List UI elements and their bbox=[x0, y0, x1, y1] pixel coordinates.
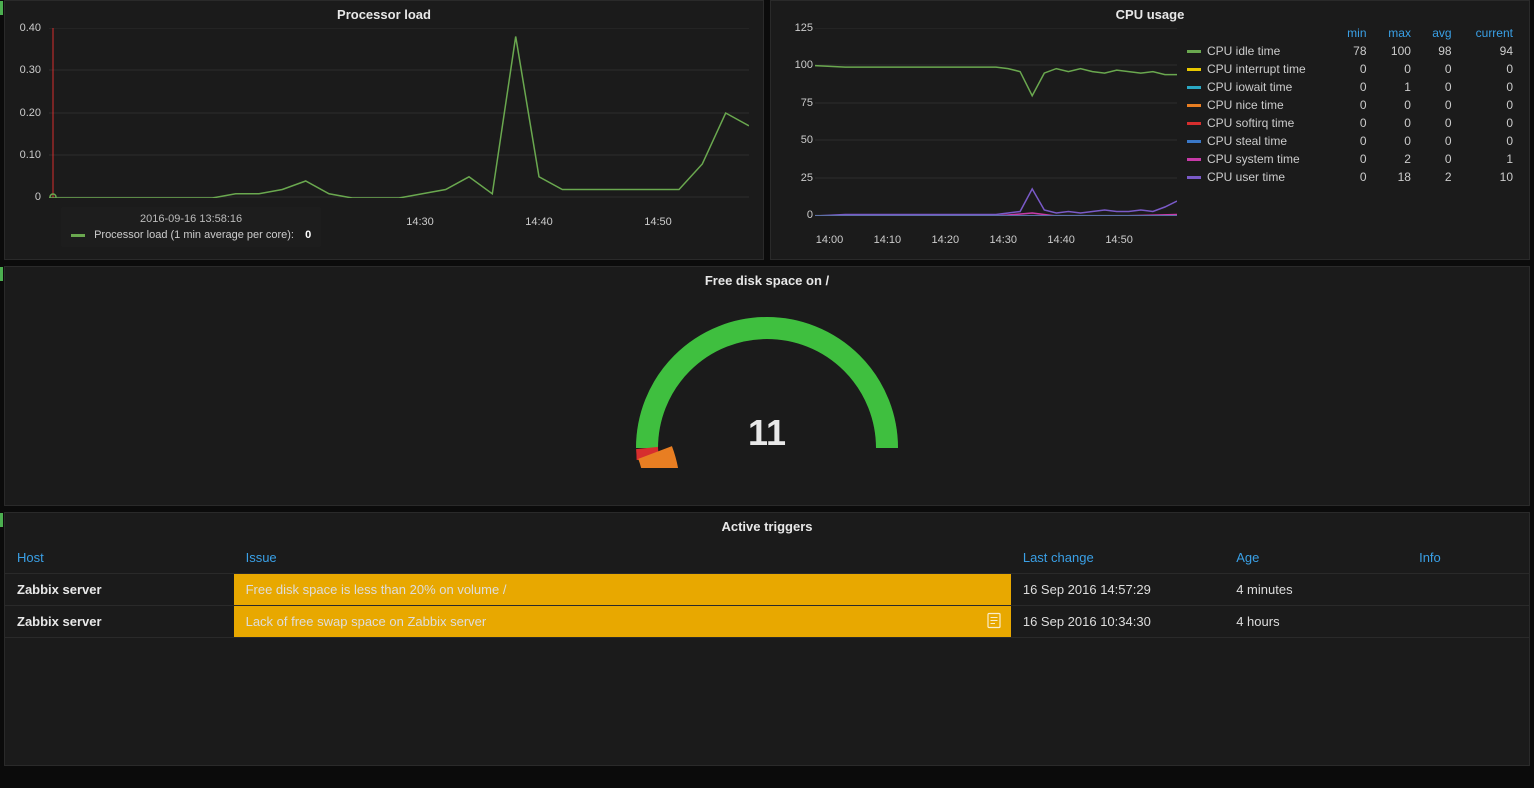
legend-min: 0 bbox=[1334, 132, 1375, 150]
legend-max: 100 bbox=[1375, 42, 1419, 60]
legend-avg: 0 bbox=[1419, 114, 1460, 132]
cpu-legend-row[interactable]: CPU nice time0000 bbox=[1179, 96, 1521, 114]
trigger-age: 4 minutes bbox=[1224, 574, 1407, 606]
legend-max: 0 bbox=[1375, 96, 1419, 114]
legend-min: 0 bbox=[1334, 168, 1375, 186]
trigger-age: 4 hours bbox=[1224, 606, 1407, 638]
legend-avg: 0 bbox=[1419, 132, 1460, 150]
tooltip-series-label: Processor load (1 min average per core): bbox=[94, 229, 294, 241]
legend-min: 0 bbox=[1334, 60, 1375, 78]
trigger-host: Zabbix server bbox=[5, 574, 234, 606]
legend-current: 0 bbox=[1460, 132, 1521, 150]
legend-min: 0 bbox=[1334, 114, 1375, 132]
legend-avg: 0 bbox=[1419, 60, 1460, 78]
description-icon[interactable] bbox=[987, 612, 1001, 631]
active-triggers-title: Active triggers bbox=[5, 513, 1529, 536]
legend-series-name: CPU user time bbox=[1207, 170, 1285, 184]
col-issue[interactable]: Issue bbox=[234, 542, 1011, 574]
cpu-legend-row[interactable]: CPU interrupt time0000 bbox=[1179, 60, 1521, 78]
legend-max: 0 bbox=[1375, 132, 1419, 150]
legend-series-name: CPU iowait time bbox=[1207, 80, 1292, 94]
legend-swatch bbox=[1187, 86, 1201, 89]
legend-swatch bbox=[1187, 68, 1201, 71]
cpu-legend-row[interactable]: CPU iowait time0100 bbox=[1179, 78, 1521, 96]
trigger-last-change: 16 Sep 2016 10:34:30 bbox=[1011, 606, 1224, 638]
legend-avg: 0 bbox=[1419, 96, 1460, 114]
legend-series-name: CPU steal time bbox=[1207, 134, 1287, 148]
legend-min: 0 bbox=[1334, 150, 1375, 168]
trigger-row[interactable]: Zabbix serverFree disk space is less tha… bbox=[5, 574, 1529, 606]
disk-gauge-title: Free disk space on / bbox=[5, 267, 1529, 290]
cpu-legend-row[interactable]: CPU steal time0000 bbox=[1179, 132, 1521, 150]
legend-series-name: CPU nice time bbox=[1207, 98, 1284, 112]
trigger-last-change: 16 Sep 2016 14:57:29 bbox=[1011, 574, 1224, 606]
legend-max: 18 bbox=[1375, 168, 1419, 186]
legend-avg: 0 bbox=[1419, 78, 1460, 96]
legend-swatch bbox=[1187, 122, 1201, 125]
col-age[interactable]: Age bbox=[1224, 542, 1407, 574]
tooltip-swatch bbox=[71, 234, 85, 237]
col-info[interactable]: Info bbox=[1407, 542, 1529, 574]
legend-max: 0 bbox=[1375, 114, 1419, 132]
processor-load-panel: Processor load 0.40 0.30 bbox=[4, 0, 764, 260]
legend-swatch bbox=[1187, 140, 1201, 143]
legend-swatch bbox=[1187, 50, 1201, 53]
legend-current: 1 bbox=[1460, 150, 1521, 168]
trigger-info bbox=[1407, 574, 1529, 606]
legend-series-name: CPU interrupt time bbox=[1207, 62, 1306, 76]
cpu-legend-row[interactable]: CPU softirq time0000 bbox=[1179, 114, 1521, 132]
legend-min: 0 bbox=[1334, 96, 1375, 114]
cpu-legend-row[interactable]: CPU idle time 781009894 bbox=[1179, 42, 1521, 60]
legend-current: 10 bbox=[1460, 168, 1521, 186]
legend-avg: 2 bbox=[1419, 168, 1460, 186]
cpu-legend-table: min max avg current CPU idle time7810098… bbox=[1179, 24, 1521, 186]
trigger-row[interactable]: Zabbix serverLack of free swap space on … bbox=[5, 606, 1529, 638]
cpu-legend-row[interactable]: CPU system time0201 bbox=[1179, 150, 1521, 168]
legend-current: 94 bbox=[1460, 42, 1521, 60]
legend-avg: 0 bbox=[1419, 150, 1460, 168]
legend-max: 2 bbox=[1375, 150, 1419, 168]
legend-min: 78 bbox=[1334, 42, 1375, 60]
cpu-usage-title: CPU usage bbox=[771, 1, 1529, 24]
tooltip-series-value: 0 bbox=[305, 229, 311, 241]
tooltip-timestamp: 2016-09-16 13:58:16 bbox=[71, 213, 311, 225]
legend-max: 1 bbox=[1375, 78, 1419, 96]
col-last-change[interactable]: Last change bbox=[1011, 542, 1224, 574]
col-host[interactable]: Host bbox=[5, 542, 234, 574]
cpu-usage-legend: min max avg current CPU idle time7810098… bbox=[1179, 24, 1521, 216]
cpu-usage-chart[interactable] bbox=[815, 28, 1177, 216]
legend-current: 0 bbox=[1460, 114, 1521, 132]
legend-max: 0 bbox=[1375, 60, 1419, 78]
legend-current: 0 bbox=[1460, 78, 1521, 96]
cpu-legend-row[interactable]: CPU user time 018210 bbox=[1179, 168, 1521, 186]
legend-series-name: CPU system time bbox=[1207, 152, 1300, 166]
active-triggers-panel: Active triggers Host Issue Last change A… bbox=[4, 512, 1530, 766]
legend-swatch bbox=[1187, 176, 1201, 179]
processor-load-title: Processor load bbox=[5, 1, 763, 24]
legend-swatch bbox=[1187, 104, 1201, 107]
trigger-issue[interactable]: Free disk space is less than 20% on volu… bbox=[234, 574, 1011, 606]
trigger-host: Zabbix server bbox=[5, 606, 234, 638]
legend-min: 0 bbox=[1334, 78, 1375, 96]
processor-load-tooltip: 2016-09-16 13:58:16 Processor load (1 mi… bbox=[61, 207, 321, 247]
disk-gauge-panel: Free disk space on / 11 bbox=[4, 266, 1530, 506]
disk-gauge-value: 11 bbox=[748, 412, 786, 454]
active-triggers-table: Host Issue Last change Age Info Zabbix s… bbox=[5, 542, 1529, 638]
legend-swatch bbox=[1187, 158, 1201, 161]
legend-avg: 98 bbox=[1419, 42, 1460, 60]
processor-load-chart[interactable] bbox=[49, 28, 749, 198]
legend-series-name: CPU softirq time bbox=[1207, 116, 1294, 130]
legend-current: 0 bbox=[1460, 60, 1521, 78]
legend-series-name: CPU idle time bbox=[1207, 44, 1280, 58]
legend-current: 0 bbox=[1460, 96, 1521, 114]
trigger-issue[interactable]: Lack of free swap space on Zabbix server bbox=[234, 606, 1011, 638]
trigger-info bbox=[1407, 606, 1529, 638]
cpu-usage-panel: CPU usage bbox=[770, 0, 1530, 260]
